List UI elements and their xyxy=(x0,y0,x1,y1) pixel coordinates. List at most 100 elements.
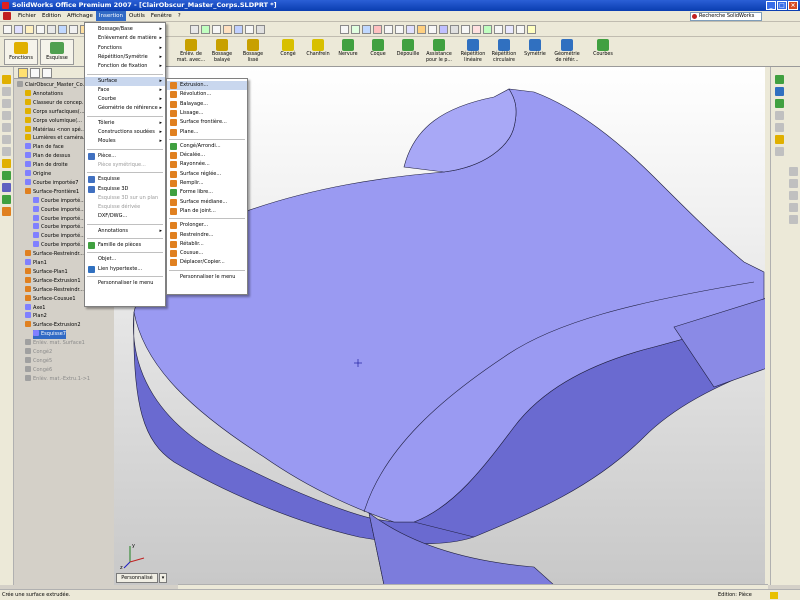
tree-item[interactable]: ClairObscur_Master_Co... xyxy=(17,81,87,90)
menu-affichage[interactable]: Affichage xyxy=(64,11,96,21)
left-tool-icon[interactable] xyxy=(2,171,11,180)
toolbar-button-icon[interactable] xyxy=(36,25,45,34)
tree-item[interactable]: Corps volumique(... xyxy=(25,116,82,126)
property-tab-icon[interactable] xyxy=(30,68,40,78)
menu-item[interactable]: Révolution... xyxy=(167,90,247,99)
cmd-button-3[interactable]: Congé xyxy=(273,39,303,65)
menu-edition[interactable]: Edition xyxy=(39,11,64,21)
menu-item[interactable]: Surface réglée... xyxy=(167,170,247,179)
cmd-button-0[interactable]: Enlèv. de mat. avec... xyxy=(176,39,206,65)
menu-item[interactable]: Personnaliser le menu xyxy=(85,279,165,288)
menu-item[interactable]: Fonction de fixation ▸ xyxy=(85,62,165,71)
toolbar-button-icon[interactable] xyxy=(516,25,525,34)
toolbar-button-icon[interactable] xyxy=(406,25,415,34)
menu-item[interactable]: Balayage... xyxy=(167,100,247,109)
toolbar-button-icon[interactable] xyxy=(494,25,503,34)
tree-item[interactable]: Lumières et caméra... xyxy=(25,134,88,143)
tree-item[interactable]: Plan2 xyxy=(25,312,47,321)
app-menu-icon[interactable] xyxy=(3,12,11,20)
toolbar-button-icon[interactable] xyxy=(47,25,56,34)
menu-item[interactable]: Esquisse xyxy=(85,175,165,184)
left-tool-icon[interactable] xyxy=(2,183,11,192)
task-pane-icon[interactable] xyxy=(775,87,784,96)
menu-fichier[interactable]: Fichier xyxy=(15,11,39,21)
menu-item[interactable]: Famille de pièces xyxy=(85,241,165,250)
left-tool-icon[interactable] xyxy=(2,159,11,168)
tree-item[interactable]: Congé5 xyxy=(25,356,52,366)
tree-item[interactable]: Congé6 xyxy=(25,365,52,375)
tab-fonctions[interactable]: Fonctions xyxy=(4,39,38,65)
tree-item[interactable]: Congé2 xyxy=(25,348,52,357)
toolbar-button-icon[interactable] xyxy=(373,25,382,34)
toolbar-button-icon[interactable] xyxy=(201,25,210,34)
menu-item[interactable]: DXF/DWG... xyxy=(85,212,165,221)
task-pane-icon[interactable] xyxy=(775,75,784,84)
toolbar-button-icon[interactable] xyxy=(384,25,393,34)
toolbar-button-icon[interactable] xyxy=(472,25,481,34)
menu-item[interactable]: Surface ▸ xyxy=(85,76,165,86)
menu-item[interactable]: Face ▸ xyxy=(85,86,165,95)
menu-help[interactable]: ? xyxy=(175,11,184,21)
toolbar-button-icon[interactable] xyxy=(223,25,232,34)
tree-item[interactable]: Courbe importé... xyxy=(33,232,85,241)
toolbar-button-icon[interactable] xyxy=(340,25,349,34)
tab-esquisse[interactable]: Esquisse xyxy=(40,39,74,65)
task-pane-icon[interactable] xyxy=(775,135,784,144)
menu-item[interactable]: Rayonnée... xyxy=(167,160,247,169)
menu-item[interactable]: Répétition/Symétrie ▸ xyxy=(85,53,165,62)
toolbar-button-icon[interactable] xyxy=(450,25,459,34)
menu-item[interactable]: Restreindre... xyxy=(167,231,247,240)
task-pane-icon[interactable] xyxy=(789,215,798,224)
tree-item[interactable]: Surface-Restreindr... xyxy=(25,250,84,259)
tree-item[interactable]: Courbe importée7 xyxy=(25,178,78,188)
tree-item[interactable]: Origine xyxy=(25,170,51,179)
minimize-button[interactable]: _ xyxy=(766,1,776,10)
toolbar-button-icon[interactable] xyxy=(428,25,437,34)
tree-item[interactable]: Surface-Extrusion2 xyxy=(25,321,81,330)
menu-outils[interactable]: Outils xyxy=(126,11,148,21)
cmd-button-12[interactable]: Géométrie de référ... xyxy=(552,39,582,65)
tree-item[interactable]: Corps surfaciques(... xyxy=(25,107,85,117)
menu-item[interactable]: Fonctions ▸ xyxy=(85,44,165,53)
tree-item[interactable]: Classeur de concep... xyxy=(25,98,87,108)
search-input[interactable]: Recherche SolidWorks xyxy=(690,12,762,21)
tree-item[interactable]: Plan de face xyxy=(25,143,64,152)
left-tool-icon[interactable] xyxy=(2,75,11,84)
toolbar-button-icon[interactable] xyxy=(69,25,78,34)
menu-item[interactable]: Congé/Arrondi... xyxy=(167,142,247,151)
toolbar-button-icon[interactable] xyxy=(212,25,221,34)
menu-item[interactable]: Rétablir... xyxy=(167,240,247,249)
tree-item[interactable]: Esquisse7 xyxy=(33,330,66,340)
task-pane-icon[interactable] xyxy=(789,167,798,176)
cmd-button-2[interactable]: Bossage lissé xyxy=(238,39,268,65)
left-tool-icon[interactable] xyxy=(2,111,11,120)
cmd-button-8[interactable]: Assistance pour le p... xyxy=(424,39,454,65)
menu-item[interactable]: Plan de joint... xyxy=(167,207,247,216)
tree-item[interactable]: Courbe importé... xyxy=(33,196,85,206)
menu-item[interactable]: Géométrie de référence ▸ xyxy=(85,104,165,113)
menu-item[interactable]: Constructions soudées ▸ xyxy=(85,128,165,137)
toolbar-button-icon[interactable] xyxy=(417,25,426,34)
toolbar-button-icon[interactable] xyxy=(25,25,34,34)
task-pane-icon[interactable] xyxy=(775,123,784,132)
tree-item[interactable]: Enlèv. mat. Surface1 xyxy=(25,339,85,348)
toolbar-button-icon[interactable] xyxy=(190,25,199,34)
tree-item[interactable]: Courbe importé... xyxy=(33,205,85,215)
left-tool-icon[interactable] xyxy=(2,147,11,156)
toolbar-button-icon[interactable] xyxy=(234,25,243,34)
menu-item[interactable]: Lien hypertexte... xyxy=(85,265,165,274)
toolbar-button-icon[interactable] xyxy=(505,25,514,34)
toolbar-button-icon[interactable] xyxy=(256,25,265,34)
cmd-button-13[interactable]: Courbes xyxy=(588,39,618,65)
menu-item[interactable]: Surface médiane... xyxy=(167,198,247,207)
cmd-button-7[interactable]: Dépouille xyxy=(393,39,423,65)
menu-item[interactable]: Surface frontière... xyxy=(167,118,247,127)
left-tool-icon[interactable] xyxy=(2,123,11,132)
menu-item[interactable]: Pièce... xyxy=(85,152,165,161)
left-tool-icon[interactable] xyxy=(2,195,11,204)
toolbar-button-icon[interactable] xyxy=(3,25,12,34)
toolbar-button-icon[interactable] xyxy=(483,25,492,34)
menu-item[interactable]: Moules ▸ xyxy=(85,137,165,146)
tree-item[interactable]: Courbe importé... xyxy=(33,223,85,232)
toolbar-button-icon[interactable] xyxy=(527,25,536,34)
